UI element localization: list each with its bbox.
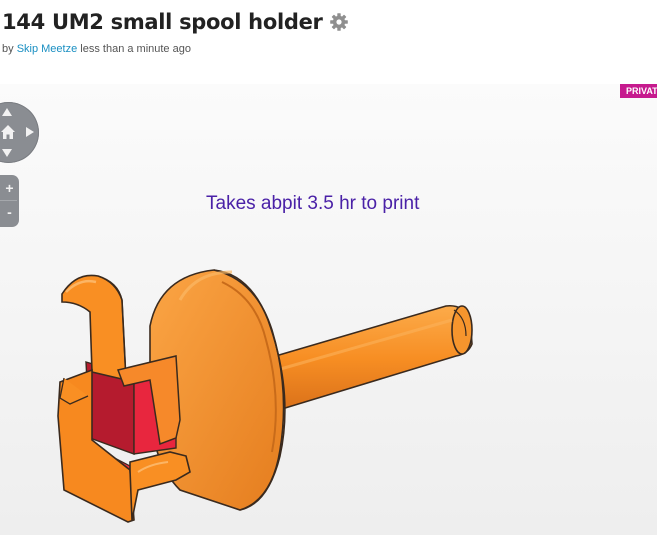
author-link[interactable]: Skip Meetze	[17, 43, 78, 55]
arrow-down-icon[interactable]	[2, 149, 12, 157]
model-annotation: Takes abpit 3.5 hr to print	[206, 193, 420, 214]
title-row: 144 UM2 small spool holder	[2, 10, 349, 34]
timestamp: less than a minute ago	[80, 43, 191, 55]
spool-holder-model	[57, 269, 473, 523]
zoom-in-button[interactable]: +	[0, 177, 19, 199]
byline: by Skip Meetze less than a minute ago	[2, 43, 191, 55]
page-header: 144 UM2 small spool holder by Skip Meetz…	[0, 0, 657, 84]
arrow-up-icon[interactable]	[2, 108, 12, 116]
home-icon[interactable]	[0, 124, 16, 140]
byline-prefix: by	[2, 43, 14, 55]
gear-icon[interactable]	[329, 12, 349, 32]
page-title: 144 UM2 small spool holder	[2, 10, 323, 34]
zoom-out-button[interactable]: -	[0, 201, 19, 223]
private-badge: PRIVATE	[620, 84, 657, 98]
arrow-right-icon[interactable]	[26, 127, 34, 137]
3d-viewer[interactable]: PRIVATE + - Takes abpit 3.5 hr to print	[0, 84, 657, 535]
zoom-control: + -	[0, 175, 19, 227]
